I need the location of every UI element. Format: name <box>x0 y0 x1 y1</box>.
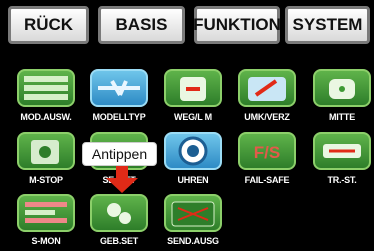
motor-stop-icon <box>31 140 59 164</box>
tile-label: TR.-ST. <box>327 175 357 185</box>
trim-step-icon <box>323 144 361 158</box>
reverse-delay-icon <box>248 77 286 101</box>
fail-safe-icon-text: F/S <box>254 143 280 162</box>
down-arrow-icon <box>106 166 138 193</box>
tab-function[interactable]: FUNKTION <box>193 6 281 44</box>
center-icon <box>329 79 355 99</box>
tile-fail-safe[interactable]: F/S <box>238 132 296 170</box>
tile-center[interactable] <box>313 69 371 107</box>
timer-icon <box>178 136 208 166</box>
tile-label: S-MON <box>31 236 61 246</box>
tile-motor-stop[interactable] <box>17 132 75 170</box>
tile-timers[interactable] <box>164 132 222 170</box>
top-tab-bar: RÜCK BASIS FUNKTION SYSTEM <box>0 0 374 54</box>
tile-label: MOD.AUSW. <box>20 112 72 122</box>
tile-label: WEG/L M <box>174 112 212 122</box>
tile-label: UMK/VERZ <box>244 112 290 122</box>
model-type-icon <box>98 80 140 96</box>
tab-basis[interactable]: BASIS <box>98 6 185 44</box>
tile-servo-monitor[interactable] <box>17 194 75 232</box>
model-select-icon <box>24 76 68 100</box>
transmitter-settings-icon <box>107 203 131 224</box>
tile-label: FAIL-SAFE <box>244 175 290 185</box>
tile-label: MITTE <box>329 112 355 122</box>
servo-monitor-icon <box>25 202 67 223</box>
tile-label: SEND.AUSG <box>167 236 219 246</box>
tile-label: MODELLTYP <box>92 112 146 122</box>
tile-label: UHREN <box>177 175 209 185</box>
transmitter-output-icon <box>171 201 215 227</box>
tile-model-type[interactable] <box>90 69 148 107</box>
tile-trim-step[interactable] <box>313 132 371 170</box>
tile-transmitter-output[interactable] <box>164 194 222 232</box>
tile-model-select[interactable] <box>17 69 75 107</box>
tab-system[interactable]: SYSTEM <box>285 6 370 44</box>
tab-back[interactable]: RÜCK <box>8 6 89 44</box>
tap-hint-callout: Antippen <box>82 142 157 166</box>
tile-label: M-STOP <box>29 175 63 185</box>
tile-label: GEB.SET <box>99 236 139 246</box>
tile-transmitter-settings[interactable] <box>90 194 148 232</box>
servo-travel-icon <box>180 77 206 101</box>
tile-servo-travel[interactable] <box>164 69 222 107</box>
tile-reverse-delay[interactable] <box>238 69 296 107</box>
fail-safe-icon: F/S <box>254 143 280 162</box>
